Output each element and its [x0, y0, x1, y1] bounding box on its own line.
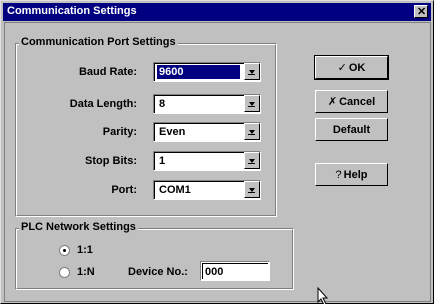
x-icon: ✗ — [327, 96, 338, 108]
baud-rate-select[interactable]: 9600 — [153, 62, 261, 82]
parity-value: Even — [159, 126, 186, 138]
device-no-label: Device No.: — [128, 266, 188, 278]
chevron-down-icon[interactable] — [244, 152, 260, 169]
device-no-field[interactable] — [200, 261, 270, 281]
ok-label: OK — [348, 61, 366, 74]
baud-rate-value: 9600 — [157, 65, 240, 79]
default-button[interactable]: Default — [315, 118, 388, 141]
port-label: Port: — [111, 184, 137, 196]
radio-1-to-n-label[interactable]: 1:N — [77, 266, 95, 278]
stop-bits-select[interactable]: 1 — [153, 151, 261, 171]
ok-button[interactable]: ✓ OK — [314, 55, 389, 80]
device-no-input[interactable] — [202, 263, 268, 279]
window-title: Communication Settings — [7, 5, 137, 17]
parity-select[interactable]: Even — [153, 122, 261, 142]
port-value: COM1 — [159, 184, 191, 196]
port-select[interactable]: COM1 — [153, 180, 261, 200]
stop-bits-label: Stop Bits: — [85, 155, 137, 167]
chevron-down-icon[interactable] — [244, 181, 260, 198]
plc-network-group-label: PLC Network Settings — [19, 221, 138, 233]
cancel-label: Cancel — [339, 95, 376, 108]
question-icon: ? — [335, 168, 342, 181]
close-icon: ✕ — [417, 6, 427, 18]
data-length-label: Data Length: — [69, 98, 137, 110]
parity-label: Parity: — [102, 126, 137, 138]
data-length-value: 8 — [159, 98, 166, 110]
title-bar[interactable]: Communication Settings ✕ — [3, 3, 431, 21]
chevron-down-icon[interactable] — [244, 95, 260, 112]
stop-bits-value: 1 — [159, 155, 166, 167]
radio-1-to-n[interactable] — [59, 267, 70, 278]
default-label: Default — [332, 123, 371, 136]
mouse-pointer-icon — [317, 287, 329, 304]
baud-rate-label: Baud Rate: — [78, 66, 137, 78]
communication-settings-window: Communication Settings ✕ Communication P… — [0, 0, 434, 304]
chevron-down-icon[interactable] — [244, 63, 260, 80]
chevron-down-icon[interactable] — [244, 123, 260, 140]
port-settings-group-label: Communication Port Settings — [19, 36, 178, 48]
dialog-body: Communication Port Settings Baud Rate: 9… — [4, 22, 431, 304]
help-button[interactable]: ? Help — [315, 163, 388, 186]
data-length-select[interactable]: 8 — [153, 94, 261, 114]
radio-1-to-1[interactable] — [59, 245, 70, 256]
help-label: Help — [343, 168, 368, 181]
check-icon: ✓ — [337, 62, 347, 74]
radio-1-to-1-label[interactable]: 1:1 — [77, 244, 93, 256]
cancel-button[interactable]: ✗ Cancel — [315, 90, 388, 113]
close-button[interactable]: ✕ — [414, 5, 428, 18]
